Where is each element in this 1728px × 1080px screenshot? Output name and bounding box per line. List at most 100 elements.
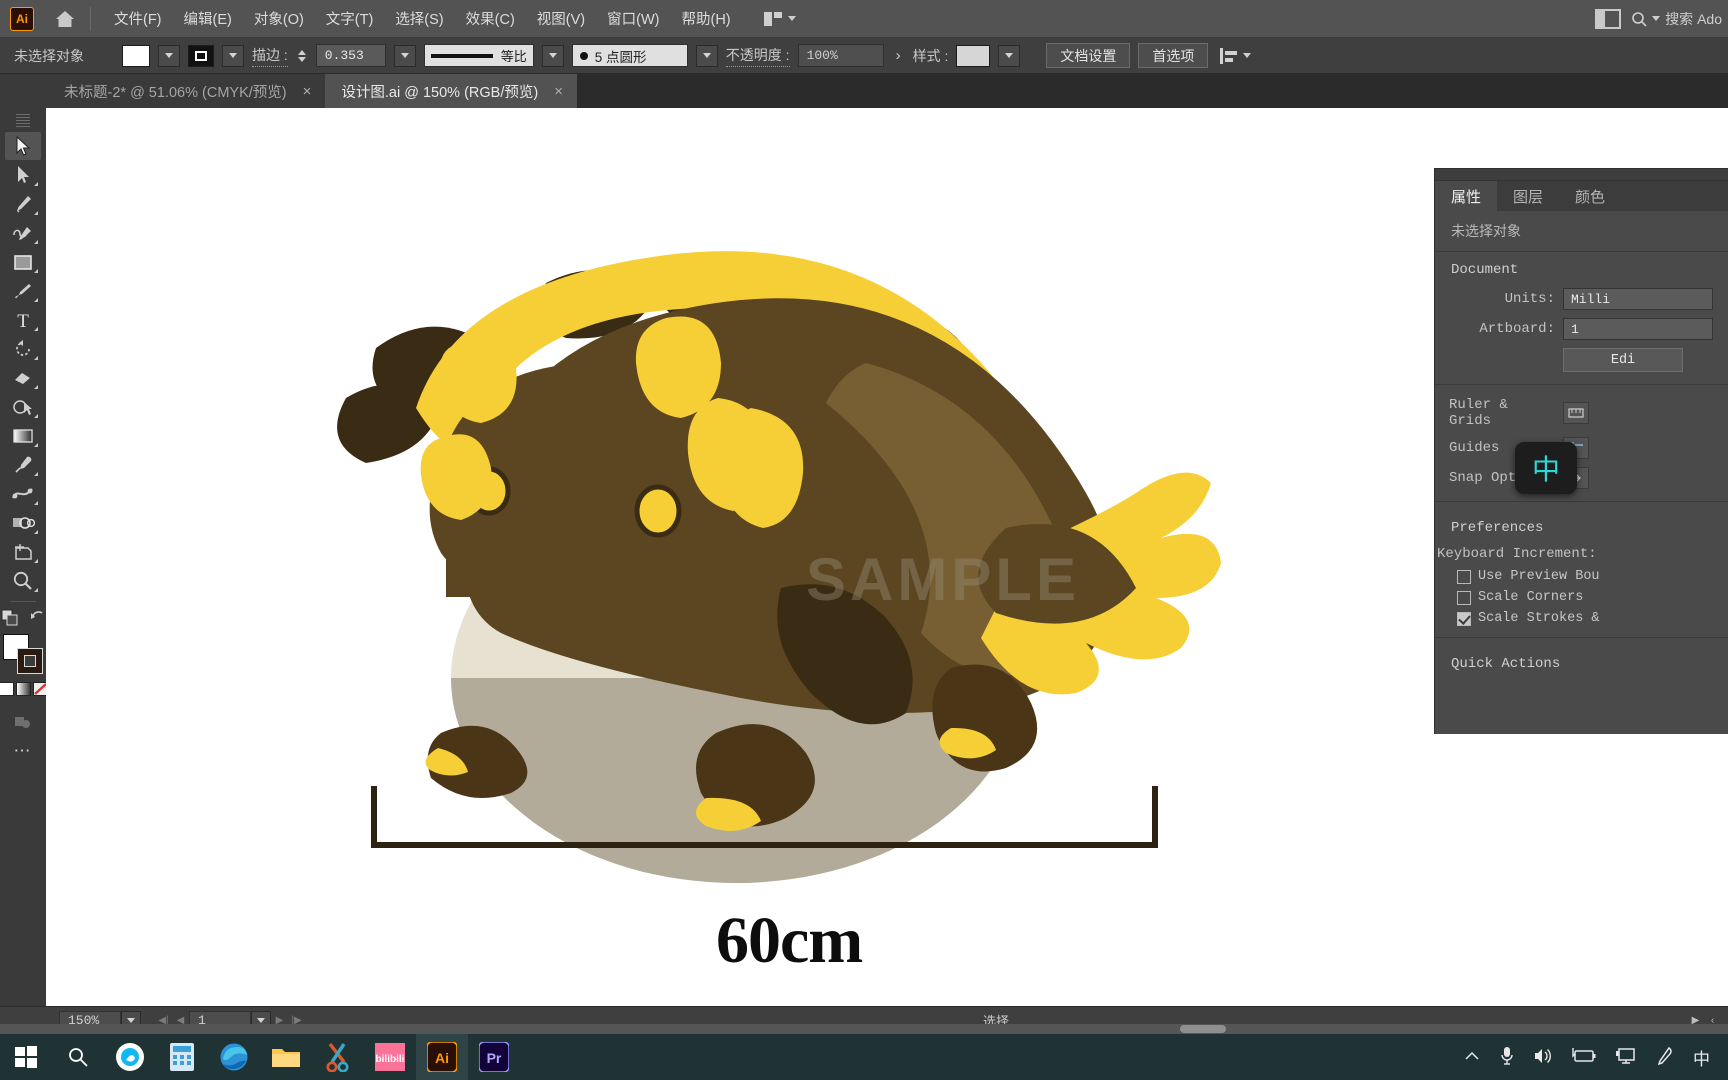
checkbox-box: [1457, 590, 1471, 605]
fill-stroke-swatches[interactable]: [3, 634, 43, 674]
curvature-tool[interactable]: [5, 219, 41, 247]
brush-dropdown[interactable]: [695, 44, 718, 67]
artboard-input[interactable]: 1: [1563, 318, 1713, 340]
type-tool[interactable]: T: [5, 306, 41, 334]
premiere-icon[interactable]: Pr: [468, 1034, 520, 1080]
horizontal-scrollbar[interactable]: [0, 1024, 1728, 1034]
direct-selection-tool[interactable]: [5, 161, 41, 189]
stroke-weight-input[interactable]: 0.353: [315, 44, 386, 67]
eraser-tool[interactable]: [5, 364, 41, 392]
pen-icon[interactable]: [1655, 1046, 1675, 1069]
tab-properties[interactable]: 属性: [1435, 181, 1498, 211]
checkbox-scale-corners[interactable]: Scale Corners: [1435, 587, 1728, 608]
pen-tool[interactable]: [5, 190, 41, 218]
blend-tool[interactable]: [5, 480, 41, 508]
menu-window[interactable]: 窗口(W): [596, 2, 670, 35]
scrollbar-thumb[interactable]: [1180, 1025, 1226, 1033]
stroke-dropdown[interactable]: [222, 44, 244, 67]
selection-tool[interactable]: [5, 132, 41, 160]
ime-zh-icon[interactable]: 中: [1693, 1045, 1710, 1070]
checkbox-scale-strokes[interactable]: Scale Strokes &: [1435, 608, 1728, 629]
toolbar-grip[interactable]: [16, 114, 30, 128]
menu-type[interactable]: 文字(T): [315, 2, 385, 35]
stroke-profile-dropdown[interactable]: [541, 44, 564, 67]
search-icon[interactable]: [52, 1034, 104, 1080]
microphone-icon[interactable]: [1499, 1046, 1515, 1069]
align-control[interactable]: [1220, 47, 1252, 64]
toolbar-overflow-icon[interactable]: ⋯: [5, 737, 41, 765]
tab-color[interactable]: 颜色: [1559, 181, 1621, 211]
shape-builder-tool[interactable]: [5, 393, 41, 421]
ruler-icon[interactable]: [1563, 402, 1589, 424]
artboard-tool[interactable]: [5, 538, 41, 566]
paintbrush-tool[interactable]: [5, 277, 41, 305]
close-icon[interactable]: ×: [303, 84, 312, 99]
gradient-fill-icon[interactable]: [15, 682, 31, 696]
more-tools-button[interactable]: [5, 708, 41, 736]
illustrator-logo-icon[interactable]: Ai: [10, 6, 34, 31]
windows-taskbar: bilibili Ai Pr 中: [0, 1034, 1728, 1080]
fill-color-swatch[interactable]: [122, 44, 150, 67]
chevron-down-icon: [127, 1018, 135, 1023]
menu-edit[interactable]: 编辑(E): [173, 2, 243, 35]
swap-fill-stroke-icon[interactable]: [29, 610, 45, 629]
document-setup-button[interactable]: 文档设置: [1046, 43, 1131, 68]
stroke-weight-stepper[interactable]: [296, 49, 308, 62]
brush-definition-select[interactable]: 5 点圆形: [571, 44, 688, 67]
stroke-color-swatch[interactable]: [188, 44, 214, 67]
menu-view[interactable]: 视图(V): [526, 2, 596, 35]
stroke-profile-select[interactable]: 等比: [423, 44, 534, 67]
bilibili-icon[interactable]: bilibili: [364, 1034, 416, 1080]
workspace-switcher[interactable]: [756, 8, 804, 30]
tool-flyout-icon: [34, 559, 38, 563]
eyedropper-tool[interactable]: [5, 451, 41, 479]
rectangle-tool[interactable]: [5, 248, 41, 276]
edge-icon[interactable]: [208, 1034, 260, 1080]
home-icon[interactable]: [52, 6, 78, 32]
color-fill-icon[interactable]: [0, 682, 14, 696]
document-tab-design[interactable]: 设计图.ai @ 150% (RGB/预览) ×: [325, 74, 577, 108]
tab-layers[interactable]: 图层: [1497, 181, 1559, 211]
chevron-up-icon[interactable]: [1463, 1049, 1481, 1066]
graphic-style-swatch[interactable]: [956, 44, 991, 67]
tool-flyout-icon: [34, 472, 38, 476]
menu-help[interactable]: 帮助(H): [670, 2, 741, 35]
volume-icon[interactable]: [1533, 1047, 1553, 1068]
battery-icon[interactable]: [1571, 1047, 1597, 1067]
document-tab-untitled[interactable]: 未标题-2* @ 51.06% (CMYK/预览) ×: [48, 74, 326, 108]
menu-select[interactable]: 选择(S): [384, 2, 454, 35]
gradient-tool[interactable]: [5, 422, 41, 450]
symbol-sprayer-tool[interactable]: [5, 509, 41, 537]
opacity-input[interactable]: 100%: [797, 44, 884, 67]
qq-icon[interactable]: [104, 1034, 156, 1080]
edit-artboards-button[interactable]: Edi: [1563, 348, 1683, 372]
ime-indicator-bubble[interactable]: 中: [1515, 442, 1577, 494]
rotate-tool[interactable]: [5, 335, 41, 363]
default-fill-stroke-icon[interactable]: [1, 609, 21, 630]
opacity-expand-icon[interactable]: ›: [892, 47, 905, 64]
style-dropdown[interactable]: [998, 44, 1021, 67]
menu-file[interactable]: 文件(F): [103, 2, 173, 35]
search-adobe-stock[interactable]: 搜索 Ado: [1631, 9, 1722, 29]
file-explorer-icon[interactable]: [260, 1034, 312, 1080]
illustrator-icon[interactable]: Ai: [416, 1034, 468, 1080]
stroke-weight-dropdown[interactable]: [393, 44, 416, 67]
checkbox-use-preview-bounds[interactable]: Use Preview Bou: [1435, 566, 1728, 587]
calculator-icon[interactable]: [156, 1034, 208, 1080]
zoom-tool[interactable]: [5, 567, 41, 595]
tools-panel: T ⋯: [0, 108, 48, 1034]
menu-effect[interactable]: 效果(C): [455, 2, 526, 35]
menu-object[interactable]: 对象(O): [243, 2, 315, 35]
stroke-swatch[interactable]: [17, 648, 43, 674]
units-select[interactable]: Milli: [1563, 288, 1713, 310]
measurement-label: 60cm: [716, 904, 863, 977]
panel-layout-icon[interactable]: [1595, 8, 1622, 29]
units-label: Units:: [1504, 291, 1555, 307]
start-button[interactable]: [0, 1034, 52, 1080]
preferences-button[interactable]: 首选项: [1138, 43, 1209, 68]
display-icon[interactable]: [1615, 1047, 1637, 1068]
snip-tool-icon[interactable]: [312, 1034, 364, 1080]
panel-drag-handle[interactable]: [1435, 169, 1728, 181]
fill-dropdown[interactable]: [158, 44, 180, 67]
close-icon[interactable]: ×: [554, 84, 563, 99]
